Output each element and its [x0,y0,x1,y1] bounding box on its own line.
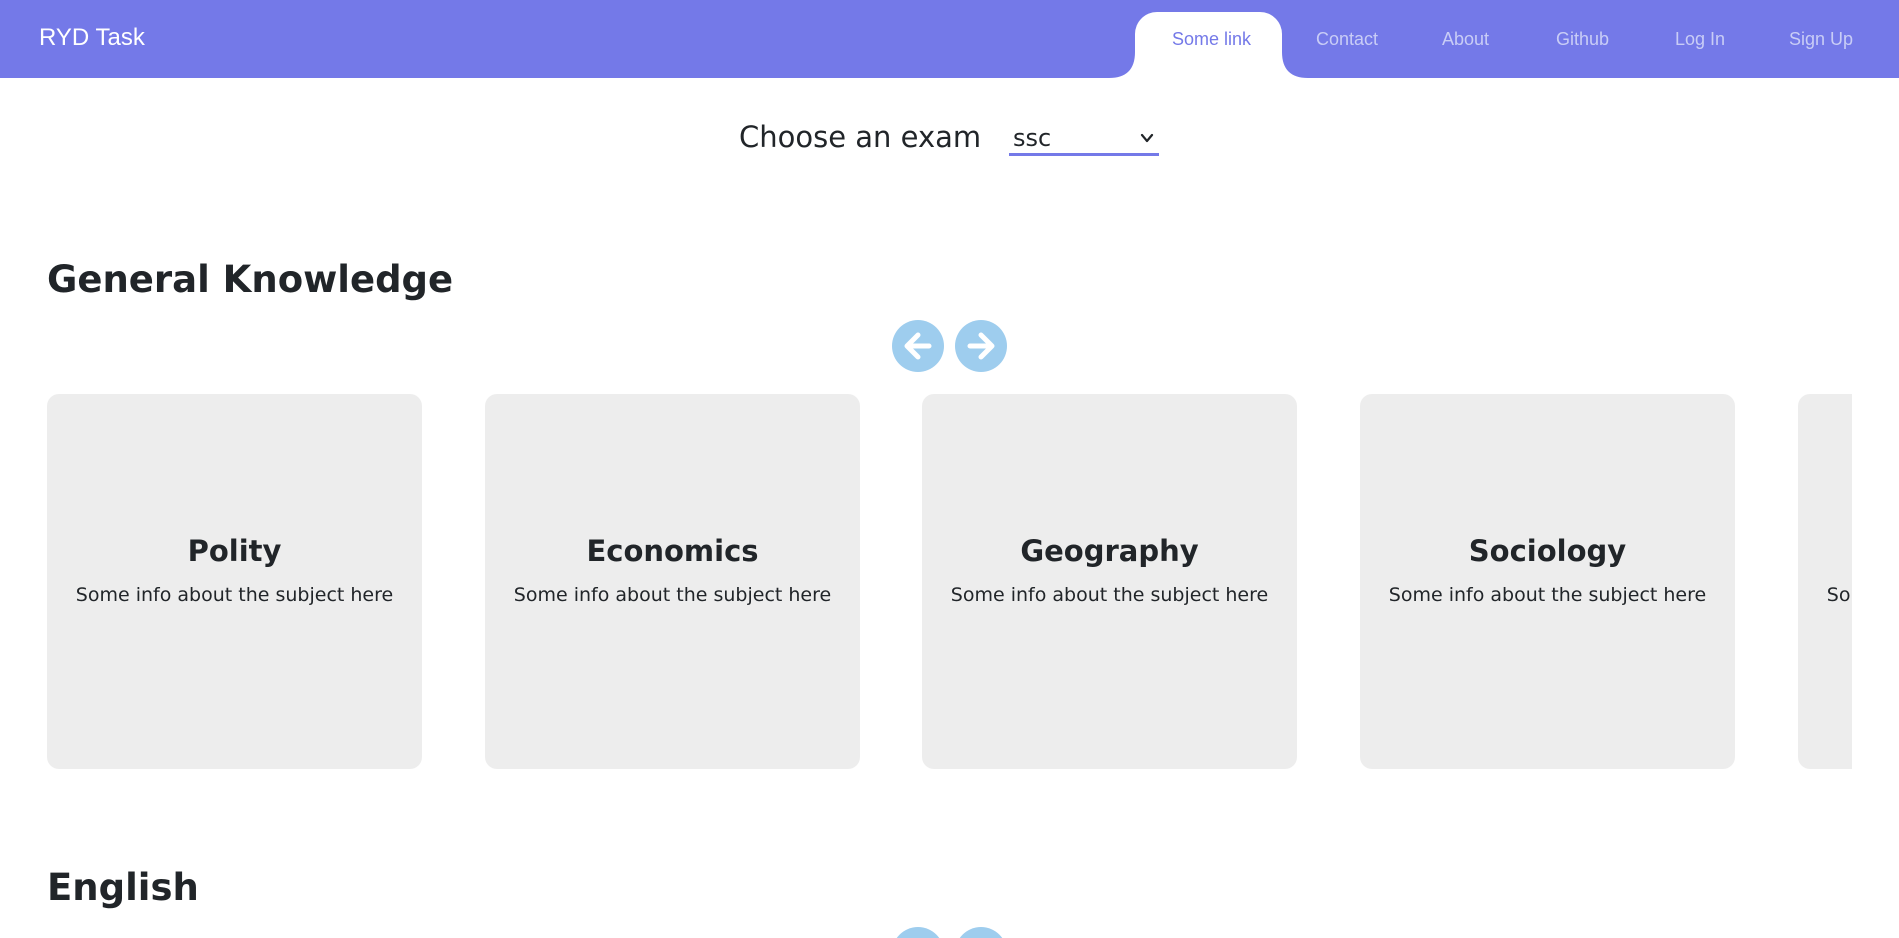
subject-card-geography[interactable]: Geography Some info about the subject he… [922,394,1297,769]
carousel-prev-button[interactable] [892,320,944,372]
subject-card-partial[interactable]: Some info about the subject here [1798,394,1852,769]
exam-select[interactable]: ssc [1009,122,1159,156]
carousel-next-button[interactable] [955,320,1007,372]
nav-link-github[interactable]: Github [1556,29,1609,50]
arrow-right-icon [955,927,1007,938]
subject-card-title: Economics [586,534,759,568]
subject-card-title: Polity [187,534,282,568]
navbar: RYD Task Some link Contact About Github … [0,0,1899,78]
nav-link-about[interactable]: About [1442,29,1489,50]
arrow-left-icon [892,927,944,938]
subject-card-info: Some info about the subject here [513,584,832,606]
subject-card-info: Some info about the subject here [1826,584,1852,606]
nav-link-some-link[interactable]: Some link [1172,29,1251,50]
section-title-general-knowledge: General Knowledge [47,258,454,301]
subject-card-economics[interactable]: Economics Some info about the subject he… [485,394,860,769]
subject-card-info: Some info about the subject here [950,584,1269,606]
exam-select-value: ssc [1013,123,1052,152]
subject-card-sociology[interactable]: Sociology Some info about the subject he… [1360,394,1735,769]
subject-card-polity[interactable]: Polity Some info about the subject here [47,394,422,769]
arrow-right-icon [967,332,995,360]
subject-card-title: Geography [1020,534,1199,568]
arrow-left-icon [904,332,932,360]
nav-link-contact[interactable]: Contact [1316,29,1378,50]
nav-curve-right [1282,52,1308,78]
section-title-english: English [47,866,199,909]
exam-label: Choose an exam [739,120,982,154]
page: RYD Task Some link Contact About Github … [0,0,1899,938]
brand-logo[interactable]: RYD Task [39,24,145,52]
chevron-down-icon [1140,133,1154,142]
nav-curve-left [1109,52,1135,78]
subject-card-info: Some info about the subject here [1388,584,1707,606]
subject-carousel: Polity Some info about the subject here … [47,394,1852,769]
subject-card-title: Sociology [1468,534,1627,568]
carousel-prev-button-english[interactable] [892,927,944,938]
nav-link-sign-up[interactable]: Sign Up [1789,29,1853,50]
subject-card-info: Some info about the subject here [75,584,394,606]
carousel-next-button-english[interactable] [955,927,1007,938]
nav-link-log-in[interactable]: Log In [1675,29,1725,50]
